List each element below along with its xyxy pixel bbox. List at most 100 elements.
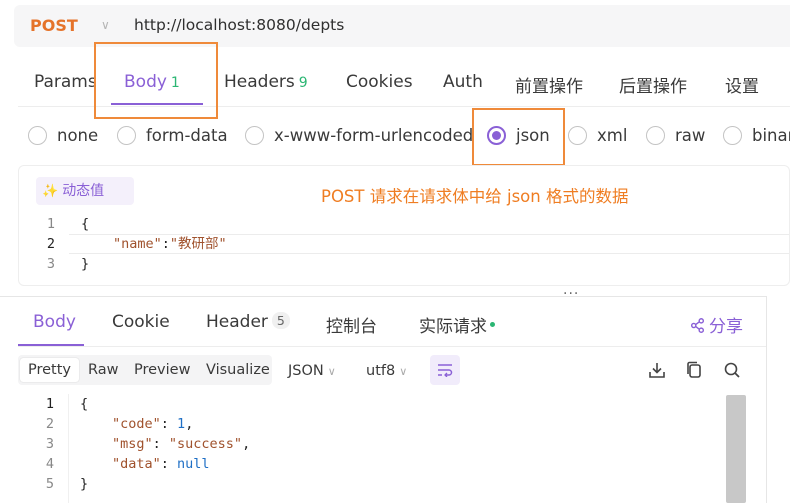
radio-circle-icon — [646, 126, 665, 145]
tab-auth[interactable]: Auth — [443, 72, 483, 92]
tab-label: Params — [34, 72, 97, 92]
json-key: "data" — [112, 456, 161, 472]
copy-icon[interactable] — [685, 361, 703, 379]
radio-circle-icon — [28, 126, 47, 145]
tab-label: 控制台 — [326, 317, 377, 337]
json-separator: : — [160, 416, 178, 432]
line-number: 1 — [45, 396, 54, 412]
line-number: 2 — [46, 236, 55, 252]
search-icon[interactable] — [723, 361, 741, 379]
tab-label: 实际请求 — [419, 317, 487, 337]
code-line: 1 { — [19, 214, 789, 234]
format-preview[interactable]: Preview — [126, 358, 198, 382]
panel-divider — [0, 296, 766, 297]
tab-console[interactable]: 控制台 — [326, 312, 377, 337]
share-button[interactable]: 分享 — [690, 312, 743, 337]
method-select[interactable]: POST — [30, 16, 78, 35]
code-line: 5 } — [18, 474, 746, 494]
tab-label: Body — [33, 312, 76, 332]
json-value: "教研部" — [169, 236, 227, 252]
tab-label: 设置 — [725, 77, 759, 97]
tab-params[interactable]: Params — [34, 72, 97, 92]
highlight-box-json — [472, 108, 565, 166]
radio-label: none — [57, 126, 99, 145]
format-pretty[interactable]: Pretty — [20, 358, 80, 382]
json-key: "name" — [113, 236, 162, 252]
radio-none[interactable]: none — [28, 126, 98, 145]
json-key: "msg" — [112, 436, 153, 452]
json-separator: : — [161, 236, 170, 252]
encoding-value: utf8 — [366, 363, 396, 379]
tab-response-body[interactable]: Body — [33, 312, 76, 332]
radio-raw[interactable]: raw — [646, 126, 705, 145]
url-input[interactable]: http://localhost:8080/depts — [134, 16, 344, 34]
chevron-down-icon[interactable]: ∨ — [101, 18, 110, 32]
radio-circle-icon — [568, 126, 587, 145]
radio-circle-icon — [245, 126, 264, 145]
code-text: "name":"教研部" — [113, 234, 227, 254]
response-tabs: Body Cookie Header 5 控制台 实际请求 分享 — [0, 300, 766, 346]
tab-pre-operations[interactable]: 前置操作 — [515, 72, 583, 97]
dynamic-value-button[interactable]: ✨ 动态值 — [36, 177, 134, 205]
radio-circle-icon — [723, 126, 742, 145]
magic-wand-icon: ✨ — [42, 184, 59, 199]
tab-count: 9 — [298, 75, 308, 91]
annotation-text: POST 请求在请求体中给 json 格式的数据 — [321, 187, 629, 206]
json-comma: , — [242, 436, 251, 452]
code-text: { — [81, 216, 90, 232]
radio-label: xml — [597, 126, 628, 145]
wrap-lines-button[interactable] — [430, 355, 460, 385]
tab-actual-request[interactable]: 实际请求 — [419, 312, 495, 337]
tab-label: 后置操作 — [619, 77, 687, 97]
json-value: null — [177, 456, 210, 472]
tab-settings[interactable]: 设置 — [725, 72, 759, 97]
radio-label: raw — [675, 126, 706, 145]
radio-label: binar — [752, 126, 790, 145]
vertical-scrollbar[interactable] — [726, 395, 746, 503]
json-value: 1 — [177, 416, 186, 432]
response-body-viewer[interactable]: 1 { 2 "code": 1, 3 "msg": "success", 4 "… — [18, 394, 746, 503]
code-area[interactable]: 1 { 2 "name":"教研部" 3 } — [19, 214, 789, 274]
format-toggle-group: Pretty Raw Preview Visualize — [18, 355, 272, 385]
tab-post-operations[interactable]: 后置操作 — [619, 72, 687, 97]
format-raw[interactable]: Raw — [80, 358, 127, 382]
share-label: 分享 — [709, 317, 743, 337]
divider — [18, 346, 766, 347]
radio-form-data[interactable]: form-data — [117, 126, 228, 145]
encoding-select[interactable]: utf8 ∨ — [366, 363, 407, 379]
download-icon[interactable] — [648, 361, 666, 379]
code-line: 1 { — [18, 394, 746, 414]
json-comma: , — [185, 416, 194, 432]
tab-label: Auth — [443, 72, 483, 92]
request-body-editor[interactable]: ✨ 动态值 POST 请求在请求体中给 json 格式的数据 1 { 2 "nam… — [18, 165, 790, 286]
share-icon — [690, 318, 705, 333]
radio-circle-icon — [117, 126, 136, 145]
tab-headers[interactable]: Headers 9 — [224, 72, 308, 92]
code-line: 3 } — [19, 254, 789, 274]
wrap-lines-icon — [438, 364, 453, 378]
url-bar: POST ∨ http://localhost:8080/depts — [14, 5, 790, 47]
json-key: "code" — [112, 416, 161, 432]
radio-label: x-www-form-urlencoded — [274, 126, 474, 145]
json-separator: : — [152, 436, 169, 452]
code-line: 4 "data": null — [18, 454, 746, 474]
resize-handle-icon[interactable]: ··· — [563, 287, 579, 301]
tab-response-header[interactable]: Header 5 — [206, 312, 290, 332]
language-select[interactable]: JSON ∨ — [288, 363, 336, 379]
radio-xml[interactable]: xml — [568, 126, 627, 145]
body-type-radios: none form-data x-www-form-urlencoded jso… — [0, 118, 790, 156]
side-divider — [766, 296, 767, 503]
format-visualize[interactable]: Visualize — [198, 358, 278, 382]
language-value: JSON — [288, 363, 324, 379]
status-dot-icon — [490, 322, 495, 327]
tab-label: Headers — [224, 72, 295, 92]
tab-cookies[interactable]: Cookies — [346, 72, 413, 92]
radio-binary[interactable]: binar — [723, 126, 790, 145]
line-number: 5 — [45, 476, 54, 492]
radio-x-www-form-urlencoded[interactable]: x-www-form-urlencoded — [245, 126, 473, 145]
tab-response-cookie[interactable]: Cookie — [112, 312, 170, 332]
tab-count: 5 — [271, 312, 290, 329]
code-text: } — [81, 256, 90, 272]
code-text: { — [80, 396, 89, 412]
json-value: "success" — [168, 436, 243, 452]
